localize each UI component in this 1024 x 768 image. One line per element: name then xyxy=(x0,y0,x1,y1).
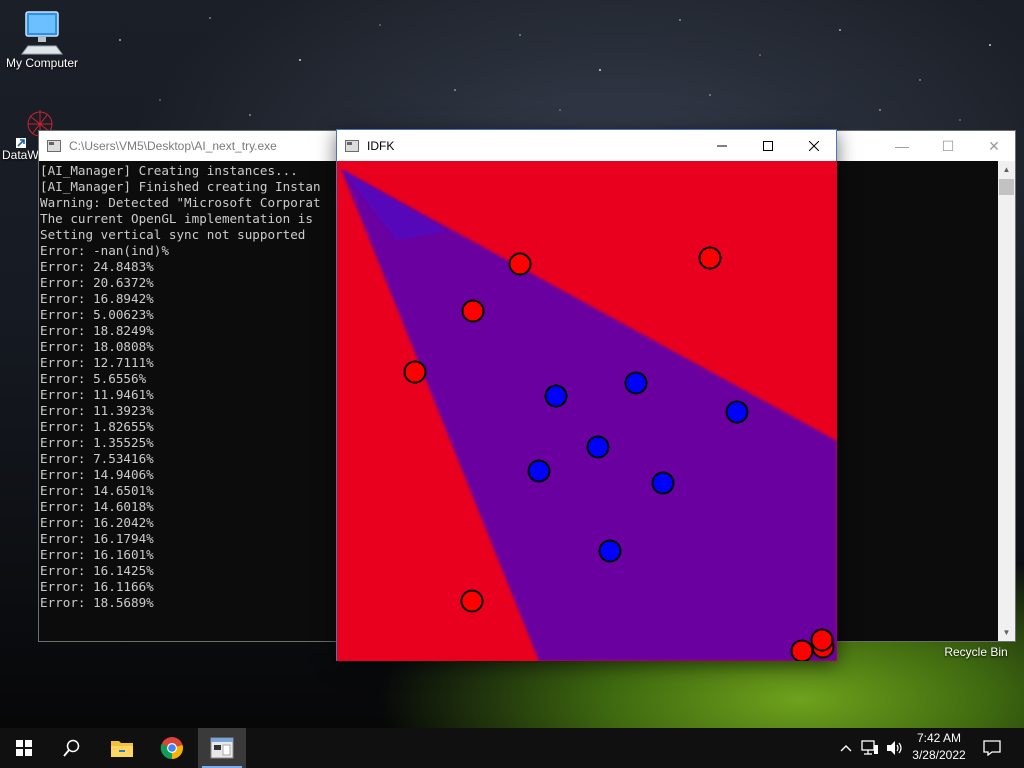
data-point-blue xyxy=(544,384,568,408)
network-button[interactable] xyxy=(858,728,882,768)
volume-button[interactable] xyxy=(884,728,906,768)
console-close-button[interactable]: ✕ xyxy=(971,131,1017,161)
data-point-blue xyxy=(651,471,675,495)
data-point-blue xyxy=(725,400,749,424)
console-app-taskbar-button[interactable] xyxy=(198,728,246,768)
search-icon xyxy=(63,739,80,757)
data-point-blue xyxy=(598,539,622,563)
console-maximize-button[interactable]: ☐ xyxy=(925,131,971,161)
idfk-close-button[interactable] xyxy=(791,130,837,161)
network-icon xyxy=(861,740,878,755)
data-point-red xyxy=(790,639,814,661)
idfk-titlebar[interactable]: IDFK xyxy=(337,130,836,161)
volume-icon xyxy=(887,741,902,755)
windows-start-icon xyxy=(16,740,32,756)
computer-icon xyxy=(21,11,63,55)
file-explorer-icon xyxy=(111,741,133,757)
start-button[interactable] xyxy=(0,728,48,768)
notification-icon xyxy=(983,740,1001,756)
clock-date: 3/28/2022 xyxy=(912,748,966,762)
idfk-title: IDFK xyxy=(367,138,395,153)
recycle-bin-label: Recycle Bin xyxy=(944,645,1008,659)
data-point-blue xyxy=(586,435,610,459)
data-point-blue xyxy=(624,371,648,395)
taskbar: 7:42 AM 3/28/2022 xyxy=(0,728,1024,768)
data-point-blue xyxy=(527,459,551,483)
console-app-icon xyxy=(47,140,61,152)
chevron-up-icon xyxy=(840,745,852,752)
data-point-red xyxy=(508,252,532,276)
system-clock[interactable]: 7:42 AM 3/28/2022 xyxy=(906,730,972,764)
show-hidden-icons-button[interactable] xyxy=(836,728,856,768)
idfk-window[interactable]: IDFK xyxy=(336,129,837,661)
scroll-down-icon[interactable]: ▼ xyxy=(998,624,1015,641)
idfk-maximize-button[interactable] xyxy=(745,130,791,161)
data-point-red xyxy=(698,246,722,270)
data-point-red xyxy=(810,628,834,652)
classification-canvas[interactable] xyxy=(337,161,837,661)
maximize-icon xyxy=(763,140,773,151)
search-button[interactable] xyxy=(48,728,96,768)
idfk-app-icon xyxy=(345,139,359,152)
console-title: C:\Users\VM5\Desktop\AI_next_try.exe xyxy=(69,139,277,153)
scrollbar-thumb[interactable] xyxy=(999,179,1014,195)
console-scrollbar[interactable]: ▲ ▼ xyxy=(998,161,1015,641)
minimize-icon xyxy=(717,145,727,146)
action-center-button[interactable] xyxy=(978,728,1006,768)
data-point-red xyxy=(403,360,427,384)
data-point-red xyxy=(461,299,485,323)
chrome-icon xyxy=(160,737,183,760)
data-point-red xyxy=(460,589,484,613)
scroll-up-icon[interactable]: ▲ xyxy=(998,161,1015,178)
console-minimize-button[interactable]: — xyxy=(879,131,925,161)
close-icon xyxy=(809,140,819,151)
clock-time: 7:42 AM xyxy=(916,731,962,745)
chrome-button[interactable] xyxy=(148,728,196,768)
console-app-icon xyxy=(210,737,234,759)
idfk-minimize-button[interactable] xyxy=(699,130,745,161)
dataw-label: DataW xyxy=(2,148,39,162)
file-explorer-button[interactable] xyxy=(98,728,146,768)
my-computer-icon[interactable]: My Computer xyxy=(0,8,84,70)
my-computer-label: My Computer xyxy=(5,56,79,70)
